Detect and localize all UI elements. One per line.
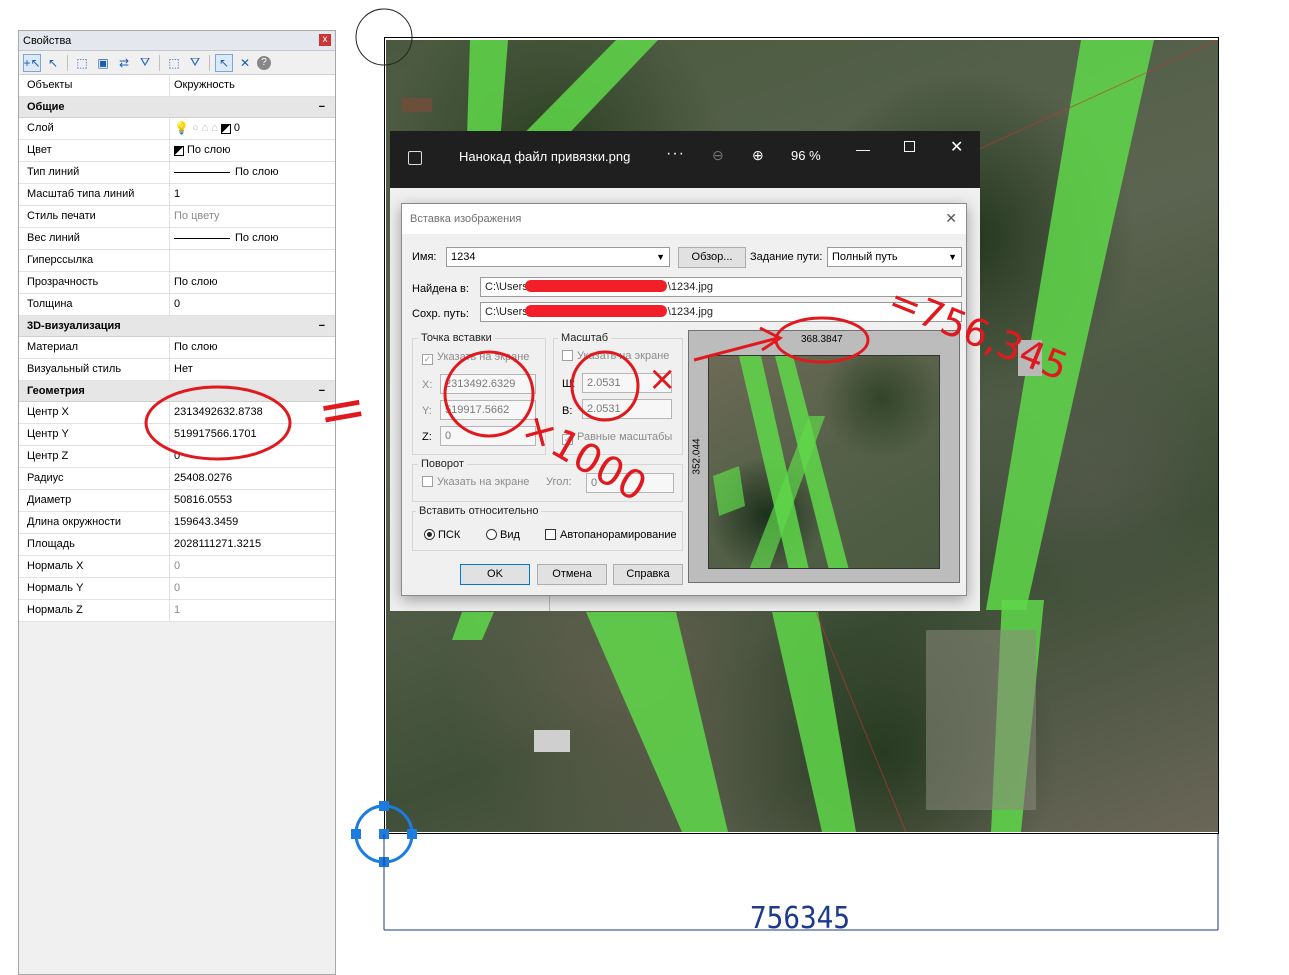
dimension-text: 756345 <box>750 901 850 936</box>
grip-handle <box>379 801 389 811</box>
annotation-equals: = <box>312 372 372 447</box>
annotation-ellipse <box>570 350 640 422</box>
annotation-ellipse <box>144 385 292 461</box>
drawing-overlay: 756345 = ×1000 × =756,345 <box>144 8 1219 936</box>
grip-handle <box>351 829 361 839</box>
grip-handle <box>407 829 417 839</box>
annotation-result: =756,345 <box>882 278 1074 390</box>
annotation-times-1000: ×1000 <box>514 404 654 511</box>
annotation-times: × <box>648 359 677 399</box>
annotation-ellipse <box>774 316 870 364</box>
annotation-ellipse <box>443 350 535 438</box>
circle-object <box>355 8 413 66</box>
